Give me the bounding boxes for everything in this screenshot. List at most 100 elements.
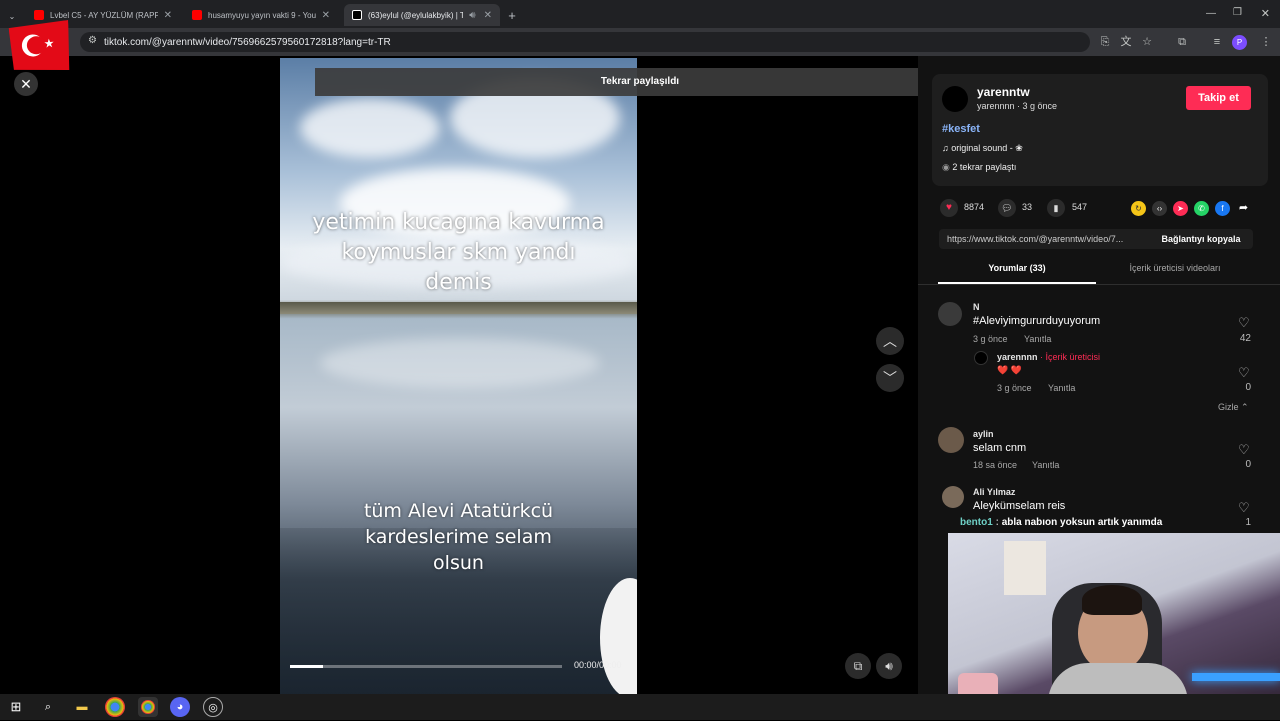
send-icon[interactable]: ➤: [1173, 201, 1188, 216]
address-bar-row: ⚙ tiktok.com/@yarenntw/video/75696625795…: [0, 28, 1280, 56]
close-tab-icon[interactable]: ✕: [322, 10, 330, 21]
discord-icon[interactable]: ◕: [170, 697, 190, 717]
tab-title: husamyuyu yayın vakti 9 - YouT: [208, 10, 316, 20]
reply-like-icon[interactable]: ♡: [1238, 365, 1250, 381]
search-icon[interactable]: ⌕: [38, 697, 58, 717]
url-text: tiktok.com/@yarenntw/video/7569662579560…: [104, 36, 391, 48]
youtube-icon: [192, 10, 202, 20]
previous-video-button[interactable]: ︿: [876, 327, 904, 355]
reposts-row[interactable]: ◉ 2 tekrar paylaştı: [942, 162, 1016, 173]
profile-avatar[interactable]: P: [1232, 35, 1247, 50]
bookmark-star-icon[interactable]: ☆: [1139, 34, 1155, 50]
led-strip: [1192, 673, 1280, 681]
embed-icon[interactable]: ‹›: [1152, 201, 1167, 216]
commenter-name[interactable]: Ali Yılmaz: [973, 487, 1015, 497]
windows-taskbar: ⊞ ⌕ ▬ ◕ ◎: [0, 694, 1280, 720]
copy-link-button[interactable]: Bağlantıyı kopyala: [1149, 229, 1253, 249]
chrome-icon[interactable]: [105, 697, 125, 717]
restore-icon[interactable]: ❐: [1233, 7, 1242, 18]
whatsapp-icon[interactable]: ✆: [1194, 201, 1209, 216]
author-username[interactable]: yarenntw: [977, 85, 1030, 99]
next-video-button[interactable]: ﹀: [876, 364, 904, 392]
reply-author-name: yarennnn: [997, 352, 1038, 362]
follow-button[interactable]: Takip et: [1186, 86, 1251, 110]
commenter-avatar[interactable]: [938, 427, 964, 453]
tab-comments[interactable]: Yorumlar (33): [938, 263, 1096, 273]
pip-icon[interactable]: ⧉: [845, 653, 871, 679]
windows-start-icon[interactable]: ⊞: [6, 697, 26, 717]
chrome-active-icon[interactable]: [138, 697, 158, 717]
repost-avatars-icon: ◉: [942, 162, 953, 172]
close-tab-icon[interactable]: ✕: [164, 10, 172, 21]
browser-tab-3[interactable]: (63)eylul (@eylulakbyik) | Tik 🔊︎ ✕: [344, 4, 500, 26]
reply-author[interactable]: yarennnn · İçerik üreticisi: [997, 352, 1100, 362]
comment-time: 18 sa önce: [973, 460, 1018, 470]
like-icon[interactable]: ♥: [940, 199, 958, 217]
post-info-card: yarenntw yarennnn · 3 g önce Takip et #k…: [932, 74, 1268, 186]
tiktok-icon: [352, 10, 362, 20]
tab-search-button[interactable]: ⌄: [4, 5, 20, 27]
reply-link[interactable]: Yanıtla: [1024, 334, 1051, 344]
commenter-avatar[interactable]: [942, 486, 964, 508]
author-avatar[interactable]: [942, 86, 968, 112]
speaker-icon[interactable]: 🔊︎: [469, 10, 475, 21]
comment-text: Aleykümselam reis: [973, 500, 1066, 512]
commenter-avatar[interactable]: [938, 302, 962, 326]
facebook-icon[interactable]: f: [1215, 201, 1230, 216]
comment-like-icon[interactable]: ♡: [1238, 500, 1250, 516]
like-count: 8874: [964, 202, 985, 212]
reply-avatar[interactable]: [974, 351, 988, 365]
share-arrow-icon[interactable]: ➦: [1236, 201, 1251, 216]
poster: [1004, 541, 1046, 595]
commenter-name[interactable]: N: [973, 302, 980, 312]
comment-like-icon[interactable]: ♡: [1238, 315, 1250, 331]
comment-like-icon[interactable]: ♡: [1238, 442, 1250, 458]
comment-text: selam cnm: [973, 442, 1027, 454]
browser-tab-2[interactable]: husamyuyu yayın vakti 9 - YouT ✕: [184, 4, 338, 26]
comment-text: #Aleviyimgururduyuyorum: [973, 315, 1101, 327]
reply-link[interactable]: Yanıtla: [1032, 460, 1059, 470]
obs-icon[interactable]: ◎: [203, 697, 223, 717]
sound-link[interactable]: ♫ original sound - ❀: [942, 143, 1023, 154]
hide-label: Gizle: [1218, 402, 1239, 412]
volume-icon[interactable]: 🔊︎: [876, 653, 902, 679]
bookmark-icon[interactable]: ▮: [1047, 199, 1065, 217]
close-window-icon[interactable]: ✕: [1261, 7, 1270, 20]
chevron-up-icon: ⌃: [1241, 402, 1249, 412]
media-icon[interactable]: ≡: [1209, 34, 1225, 50]
reply-link[interactable]: Yanıtla: [1048, 383, 1075, 393]
site-settings-icon[interactable]: ⚙: [88, 35, 97, 46]
tab-creator-videos[interactable]: İçerik üreticisi videoları: [1096, 263, 1254, 273]
translate-icon[interactable]: 文: [1118, 34, 1134, 50]
tab-title: (63)eylul (@eylulakbyik) | Tik: [368, 10, 464, 20]
close-icon[interactable]: ✕: [14, 72, 38, 96]
video-link[interactable]: https://www.tiktok.com/@yarenntw/video/7…: [947, 234, 1143, 244]
youtube-icon: [34, 10, 44, 20]
video-time: 00:00/00:00: [574, 660, 622, 670]
chat-text: abla nabıon yoksun artık yanımda: [1001, 517, 1163, 528]
sound-name: original sound - ❀: [951, 143, 1023, 153]
video-caption-bottom: tüm Alevi Atatürkcü kardeslerime selam o…: [363, 500, 554, 574]
extensions-icon[interactable]: ⧉: [1174, 34, 1190, 50]
repost-toast: Tekrar paylaşıldı: [315, 68, 965, 96]
new-tab-button[interactable]: +: [502, 4, 522, 26]
minimize-icon[interactable]: —: [1206, 8, 1216, 19]
commenter-name[interactable]: aylin: [973, 429, 994, 439]
hide-replies-button[interactable]: Gizle ⌃: [1218, 402, 1249, 413]
turkish-flag-icon: ★: [8, 20, 71, 74]
reply-like-count: 0: [1245, 382, 1251, 393]
video-player[interactable]: yetimin kucagına kavurma koymuslar skm y…: [280, 58, 637, 694]
progress-track[interactable]: [290, 665, 562, 668]
hashtag-link[interactable]: #kesfet: [942, 123, 980, 135]
install-icon[interactable]: ⎘: [1097, 34, 1113, 50]
comment-like-count: 0: [1245, 459, 1251, 470]
video-area: ✕ yetimin kucagına kavurma koymuslar skm…: [0, 56, 918, 694]
reposts-text: 2 tekrar paylaştı: [952, 162, 1017, 172]
repost-share-icon[interactable]: ↻: [1131, 201, 1146, 216]
comment-icon[interactable]: 💬︎: [998, 199, 1016, 217]
close-tab-icon[interactable]: ✕: [484, 10, 492, 21]
url-field[interactable]: ⚙ tiktok.com/@yarenntw/video/75696625795…: [80, 32, 1090, 52]
menu-dots-icon[interactable]: ⋮: [1258, 34, 1274, 50]
shoreline: [280, 302, 637, 314]
file-explorer-icon[interactable]: ▬: [72, 697, 92, 717]
